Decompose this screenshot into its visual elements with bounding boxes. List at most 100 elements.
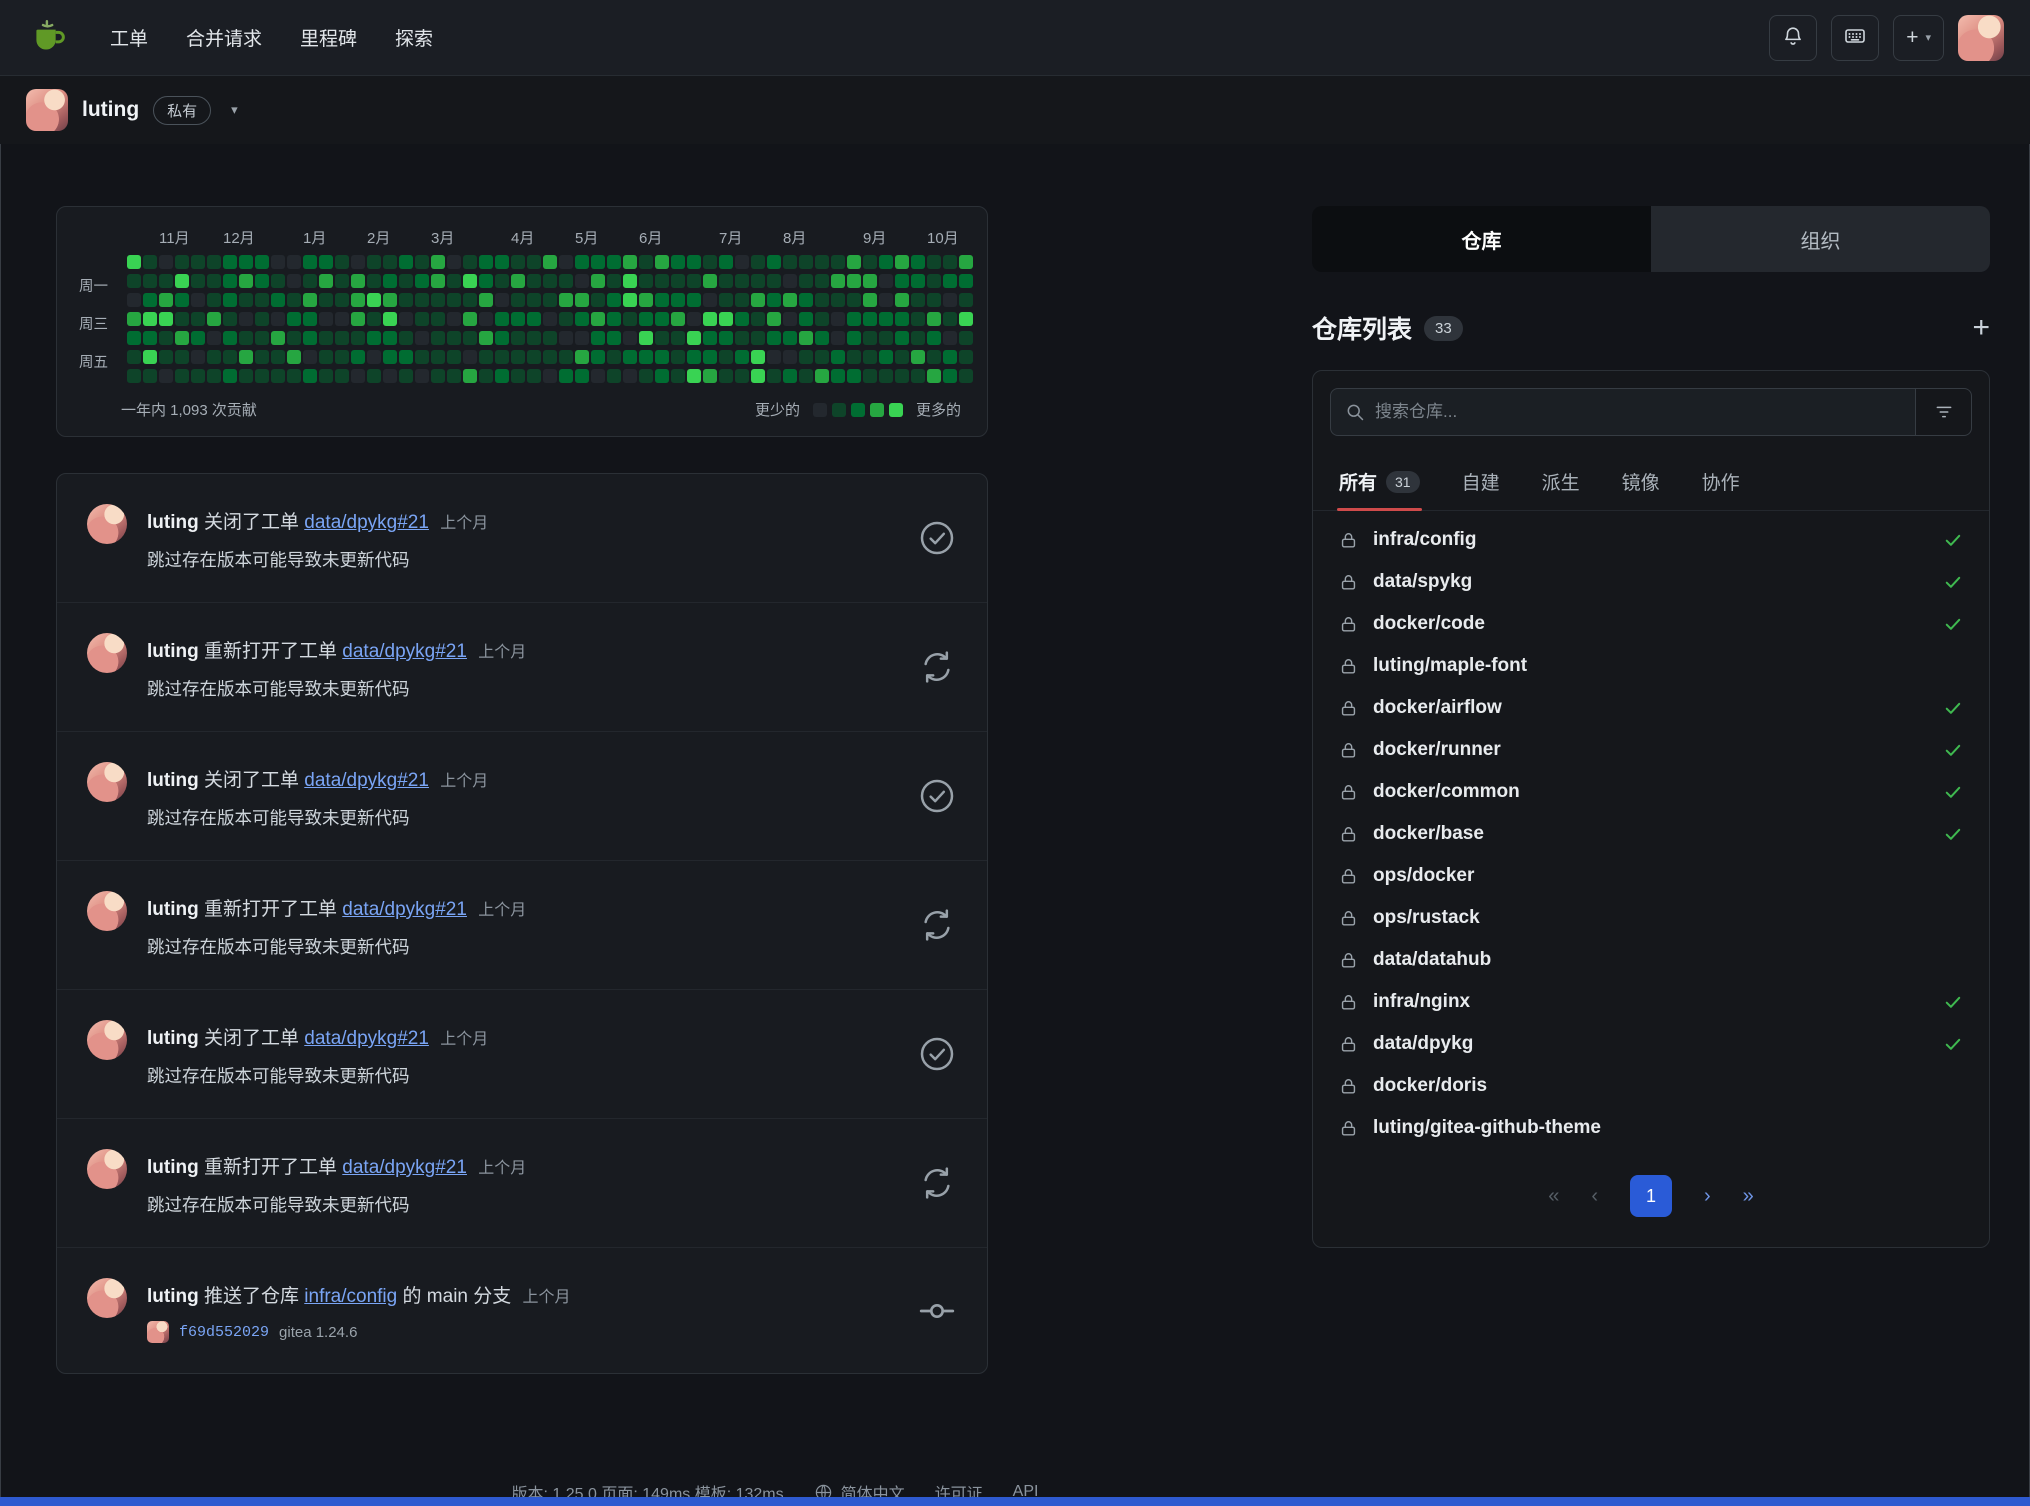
pagination-last-button[interactable]: »	[1743, 1185, 1754, 1208]
repo-link[interactable]: data/datahub	[1373, 949, 1491, 971]
heatmap-wrap: 11月12月1月2月3月4月5月6月7月8月9月10月 周一周三周五	[79, 225, 965, 383]
heatmap-cell	[655, 331, 669, 345]
heatmap-cell	[655, 255, 669, 269]
check-icon	[1943, 530, 1963, 550]
repo-link[interactable]: docker/runner	[1373, 739, 1501, 761]
heatmap-cell	[367, 293, 381, 307]
heatmap-cell	[207, 293, 221, 307]
create-new-button[interactable]: + ▾	[1893, 15, 1944, 61]
feed-user-link[interactable]: luting	[147, 1028, 199, 1049]
feed-user-link[interactable]: luting	[147, 512, 199, 533]
repo-link[interactable]: docker/common	[1373, 781, 1520, 803]
feed-target-link[interactable]: data/dpykg#21	[304, 770, 429, 791]
repo-link[interactable]: luting/gitea-github-theme	[1373, 1117, 1601, 1139]
nav-item-pull-requests[interactable]: 合并请求	[186, 24, 262, 51]
feed-target-link[interactable]: infra/config	[304, 1286, 397, 1307]
avatar	[87, 633, 127, 673]
repo-link[interactable]: docker/doris	[1373, 1075, 1487, 1097]
commit-sha-link[interactable]: f69d552029	[179, 1324, 269, 1341]
tab-organizations[interactable]: 组织	[1651, 206, 1990, 272]
repo-link[interactable]: luting/maple-font	[1373, 655, 1527, 677]
gitea-logo[interactable]	[26, 15, 72, 61]
feed-target-link[interactable]: data/dpykg#21	[304, 1028, 429, 1049]
heatmap-cell	[703, 293, 717, 307]
user-avatar[interactable]	[1958, 15, 2004, 61]
heatmap-cell	[223, 369, 237, 383]
heatmap-cell	[479, 293, 493, 307]
heatmap-cell	[831, 274, 845, 288]
heatmap-cell	[559, 274, 573, 288]
feed-user-link[interactable]: luting	[147, 770, 199, 791]
nav-item-milestones[interactable]: 里程碑	[300, 24, 357, 51]
legend-square	[870, 403, 884, 417]
feed-user-link[interactable]: luting	[147, 1286, 199, 1307]
heatmap-month-label: 8月	[783, 227, 806, 248]
profile-username[interactable]: luting	[82, 98, 139, 122]
repo-link[interactable]: infra/nginx	[1373, 991, 1470, 1013]
feed-title: luting 关闭了工单 data/dpykg#21 上个月	[147, 1023, 897, 1050]
feed-user-link[interactable]: luting	[147, 899, 199, 920]
check-icon	[1943, 698, 1963, 718]
filter-all[interactable]: 所有 31	[1337, 453, 1422, 510]
heatmap-cell	[415, 331, 429, 345]
heatmap-cell	[367, 350, 381, 364]
repo-list: infra/config data/spykg docker/code luting/…	[1313, 511, 1989, 1153]
heatmap-cell	[431, 350, 445, 364]
nav-item-issues[interactable]: 工单	[110, 24, 148, 51]
filter-collaborative[interactable]: 协作	[1700, 453, 1742, 510]
repo-link[interactable]: ops/docker	[1373, 865, 1474, 887]
heatmap-cell	[335, 255, 349, 269]
repo-link[interactable]: docker/code	[1373, 613, 1485, 635]
heatmap-cell	[879, 312, 893, 326]
feed-user-link[interactable]: luting	[147, 1157, 199, 1178]
repo-panel: 所有 31 自建 派生 镜像 协作 infra/config data/spykg…	[1312, 370, 1990, 1248]
heatmap-cell	[271, 331, 285, 345]
filter-sources[interactable]: 自建	[1460, 453, 1502, 510]
repo-link[interactable]: docker/airflow	[1373, 697, 1502, 719]
repo-link[interactable]: data/dpykg	[1373, 1033, 1473, 1055]
pagination-current-page[interactable]: 1	[1630, 1175, 1672, 1217]
heatmap-cell	[287, 350, 301, 364]
repo-link[interactable]: data/spykg	[1373, 571, 1472, 593]
feed-time: 上个月	[478, 644, 526, 661]
nav-item-explore[interactable]: 探索	[395, 24, 433, 51]
feed-target-link[interactable]: data/dpykg#21	[342, 641, 467, 662]
pagination-first-button[interactable]: «	[1548, 1185, 1559, 1208]
notifications-button[interactable]	[1769, 15, 1817, 61]
pagination-next-button[interactable]: ›	[1704, 1185, 1711, 1208]
repo-filter-button[interactable]	[1916, 388, 1972, 436]
feed-user-link[interactable]: luting	[147, 641, 199, 662]
heatmap-cell	[479, 350, 493, 364]
issue-reopened-icon	[917, 905, 957, 945]
feed-action-text: 重新打开了工单	[204, 899, 337, 920]
filter-forks[interactable]: 派生	[1540, 453, 1582, 510]
heatmap-cell	[943, 255, 957, 269]
heatmap-cell	[879, 369, 893, 383]
repo-link[interactable]: ops/rustack	[1373, 907, 1480, 929]
heatmap-cell	[351, 293, 365, 307]
heatmap-cell	[335, 350, 349, 364]
repo-search-input[interactable]	[1375, 402, 1901, 422]
lock-icon	[1339, 657, 1358, 676]
heatmap-cell	[415, 274, 429, 288]
feed-item: luting 关闭了工单 data/dpykg#21 上个月跳过存在版本可能导致…	[57, 474, 987, 602]
profile-avatar[interactable]	[26, 89, 68, 131]
add-repo-button[interactable]: +	[1972, 313, 1990, 343]
repo-link[interactable]: infra/config	[1373, 529, 1476, 551]
feed-target-link[interactable]: data/dpykg#21	[342, 1157, 467, 1178]
repo-list-header: 仓库列表 33 +	[1312, 310, 1990, 346]
feed-target-link[interactable]: data/dpykg#21	[342, 899, 467, 920]
filter-mirrors[interactable]: 镜像	[1620, 453, 1662, 510]
filter-label: 协作	[1702, 468, 1740, 495]
heatmap-cell	[415, 369, 429, 383]
visibility-dropdown-icon[interactable]: ▾	[231, 102, 238, 118]
heatmap-cell	[159, 312, 173, 326]
check-icon	[1943, 1034, 1963, 1054]
heatmap-cell	[943, 369, 957, 383]
feed-target-link[interactable]: data/dpykg#21	[304, 512, 429, 533]
keyboard-shortcuts-button[interactable]	[1831, 15, 1879, 61]
pagination-prev-button[interactable]: ‹	[1591, 1185, 1598, 1208]
tab-repositories[interactable]: 仓库	[1312, 206, 1651, 272]
repo-link[interactable]: docker/base	[1373, 823, 1484, 845]
heatmap-cell	[783, 312, 797, 326]
